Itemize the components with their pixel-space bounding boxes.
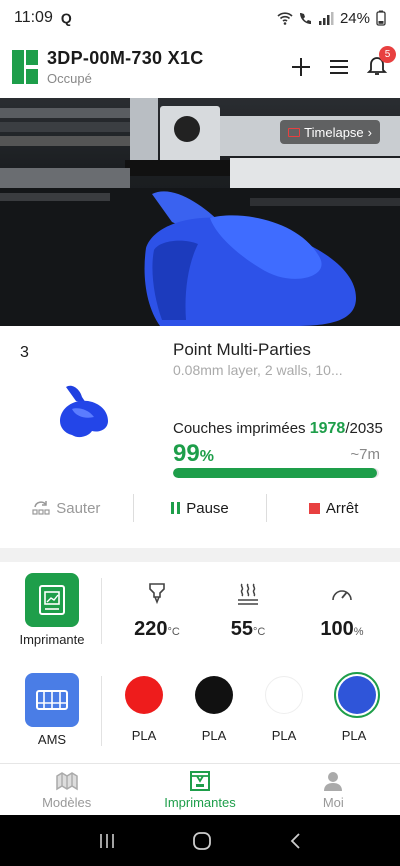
printers-icon bbox=[189, 770, 210, 791]
stop-label: Arrêt bbox=[325, 499, 359, 517]
signal-icon bbox=[318, 11, 334, 25]
timelapse-label: Timelapse bbox=[304, 124, 364, 140]
notification-badge: 5 bbox=[379, 46, 396, 63]
job-name: Point Multi-Parties bbox=[173, 340, 311, 359]
q-icon: Q bbox=[60, 10, 72, 26]
ams-slot-2[interactable]: PLA bbox=[194, 676, 234, 743]
printer-icon bbox=[39, 585, 65, 615]
layer-total: /2035 bbox=[345, 420, 383, 437]
models-icon bbox=[55, 771, 78, 790]
progress-bar bbox=[173, 468, 379, 478]
plate-number: 3 bbox=[20, 344, 29, 361]
nozzle-icon bbox=[149, 583, 165, 605]
nozzle-temp-value: 220 bbox=[134, 618, 168, 640]
status-time: 11:09 bbox=[14, 9, 53, 26]
skip-label: Sauter bbox=[56, 499, 101, 517]
print-controls: Sauter Pause Arrêt bbox=[0, 490, 400, 526]
filament-type: PLA bbox=[341, 728, 367, 743]
bottom-nav: Modèles Imprimantes Moi bbox=[0, 763, 400, 815]
nav-printers[interactable]: Imprimantes bbox=[133, 764, 266, 815]
printer-title: 3DP-00M-730 X1C bbox=[47, 48, 204, 68]
back-icon[interactable] bbox=[288, 832, 302, 850]
printer-label: Imprimante bbox=[19, 632, 85, 647]
progress-unit: % bbox=[199, 448, 214, 465]
filament-color-swatch bbox=[338, 676, 376, 714]
stop-button[interactable]: Arrêt bbox=[266, 494, 400, 522]
skip-objects-icon bbox=[32, 501, 50, 515]
progress-value: 99 bbox=[173, 440, 200, 467]
selected-slot-ring bbox=[334, 672, 380, 718]
profile-icon bbox=[324, 771, 343, 791]
section-divider bbox=[0, 548, 400, 562]
fan-speed-stat[interactable]: 100% bbox=[302, 580, 382, 641]
nav-models[interactable]: Modèles bbox=[0, 764, 133, 815]
nozzle-temp-stat[interactable]: 220°C bbox=[117, 580, 197, 641]
stop-icon bbox=[308, 502, 320, 514]
bed-temp-unit: °C bbox=[252, 626, 266, 638]
fan-speed-value: 100 bbox=[320, 618, 354, 640]
nav-me-label: Moi bbox=[322, 794, 344, 810]
ams-slot-4[interactable]: PLA bbox=[334, 672, 380, 743]
camera-view[interactable]: Timelapse › bbox=[0, 98, 400, 326]
layers-label: Couches imprimées bbox=[173, 420, 306, 437]
ams-slot-1[interactable]: PLA bbox=[124, 676, 164, 743]
chevron-right-icon: › bbox=[367, 124, 372, 140]
status-icons: 24% bbox=[277, 10, 386, 27]
speed-gauge-icon bbox=[332, 590, 352, 601]
filament-type: PLA bbox=[131, 728, 157, 743]
home-icon[interactable] bbox=[192, 831, 212, 851]
remaining-time: ~7m bbox=[350, 446, 380, 463]
printer-heading[interactable]: 3DP-00M-730 X1C Occupé bbox=[47, 48, 204, 86]
heated-bed-icon bbox=[238, 583, 258, 605]
fan-speed-unit: % bbox=[353, 626, 364, 638]
job-detail: 0.08mm layer, 2 walls, 10... bbox=[173, 362, 343, 378]
ams-slot-3[interactable]: PLA bbox=[264, 676, 304, 743]
layers-info: Couches imprimées 1978/2035 bbox=[173, 420, 383, 438]
pause-label: Pause bbox=[186, 499, 229, 517]
pause-button[interactable]: Pause bbox=[132, 494, 267, 522]
wifi-icon bbox=[277, 11, 293, 25]
bambu-logo-icon bbox=[12, 50, 38, 84]
app-header: 3DP-00M-730 X1C Occupé 5 bbox=[0, 36, 400, 98]
filament-color-swatch bbox=[265, 676, 303, 714]
status-bar: 11:09 Q 24% bbox=[0, 0, 400, 36]
ams-button[interactable] bbox=[25, 673, 79, 727]
android-nav-bar bbox=[0, 815, 400, 866]
filament-color-swatch bbox=[195, 676, 233, 714]
progress-percent: 99% bbox=[173, 440, 214, 468]
notifications-button[interactable]: 5 bbox=[366, 46, 396, 80]
printer-control-button[interactable] bbox=[25, 573, 79, 627]
printer-status: Occupé bbox=[47, 71, 92, 86]
nav-me[interactable]: Moi bbox=[267, 764, 400, 815]
model-thumbnail bbox=[60, 385, 108, 438]
progress-fill bbox=[173, 468, 377, 478]
nav-models-label: Modèles bbox=[42, 794, 92, 810]
bed-temp-stat[interactable]: 55°C bbox=[208, 580, 288, 641]
vertical-divider bbox=[101, 578, 102, 644]
filament-type: PLA bbox=[201, 728, 227, 743]
print-info-card: 3 Point Multi-Parties 0.08mm layer, 2 wa… bbox=[0, 326, 400, 548]
record-icon bbox=[288, 127, 301, 137]
battery-percent: 24% bbox=[339, 9, 370, 27]
pause-icon bbox=[171, 502, 181, 514]
timelapse-button[interactable]: Timelapse › bbox=[280, 120, 380, 144]
bed-temp-value: 55 bbox=[230, 618, 253, 640]
skip-button[interactable]: Sauter bbox=[0, 494, 133, 522]
ams-icon bbox=[36, 690, 68, 710]
battery-icon bbox=[376, 10, 386, 26]
layer-current: 1978 bbox=[309, 420, 346, 437]
add-icon[interactable] bbox=[290, 56, 312, 78]
filament-type: PLA bbox=[271, 728, 297, 743]
call-icon bbox=[299, 12, 311, 24]
nav-printers-label: Imprimantes bbox=[164, 794, 236, 810]
menu-icon[interactable] bbox=[330, 60, 348, 74]
printed-model-image bbox=[144, 191, 356, 326]
recent-apps-icon[interactable] bbox=[98, 832, 116, 850]
vertical-divider bbox=[101, 676, 102, 746]
nozzle-temp-unit: °C bbox=[167, 626, 180, 638]
filament-color-swatch bbox=[125, 676, 163, 714]
ams-label: AMS bbox=[37, 732, 67, 747]
